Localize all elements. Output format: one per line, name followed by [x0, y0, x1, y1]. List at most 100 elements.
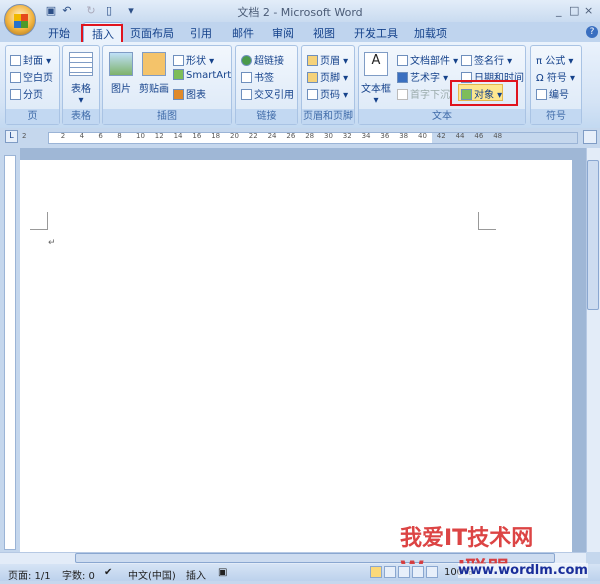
outline-icon[interactable]	[412, 566, 424, 578]
ruler-number: 10	[136, 132, 145, 140]
symbol-button[interactable]: Ω 符号 ▾	[536, 69, 575, 84]
tab-view[interactable]: 视图	[313, 25, 335, 41]
tab-page-layout[interactable]: 页面布局	[130, 25, 174, 41]
view-ruler-icon[interactable]	[583, 130, 597, 144]
close-button[interactable]: ×	[584, 4, 593, 17]
cover-icon	[10, 55, 21, 66]
ruler-number: 16	[192, 132, 202, 140]
equation-button[interactable]: π 公式 ▾	[536, 52, 573, 67]
tab-home[interactable]: 开始	[48, 25, 70, 41]
chart-button[interactable]: 图表	[173, 86, 206, 101]
clipart-icon	[142, 52, 166, 76]
drop-cap-button[interactable]: 首字下沉	[397, 86, 450, 101]
macro-icon[interactable]: ▣	[218, 567, 227, 578]
wordart-icon	[397, 72, 408, 83]
draft-icon[interactable]	[426, 566, 438, 578]
ruler-number: 2	[22, 132, 27, 140]
drop-cap-icon	[397, 89, 408, 100]
page-number-icon	[307, 89, 318, 100]
group-label: 链接	[236, 109, 297, 124]
scroll-thumb[interactable]	[587, 160, 599, 310]
blank-page-button[interactable]: 空白页	[10, 69, 53, 84]
insert-mode[interactable]: 插入	[186, 567, 206, 582]
header-button[interactable]: 页眉 ▾	[307, 52, 348, 67]
margin-corner	[478, 212, 496, 230]
tab-mailings[interactable]: 邮件	[232, 25, 254, 41]
proofing-icon[interactable]: ✔	[104, 567, 112, 578]
page-number-button[interactable]: 页码 ▾	[307, 86, 348, 101]
footer-icon	[307, 72, 318, 83]
window-title: 文档 2 - Microsoft Word	[237, 6, 363, 19]
ruler-number: 48	[493, 132, 503, 140]
bookmark-icon	[241, 72, 252, 83]
print-layout-icon[interactable]	[370, 566, 382, 578]
picture-button[interactable]: 图片	[109, 52, 133, 95]
shapes-icon	[173, 55, 184, 66]
web-layout-icon[interactable]	[398, 566, 410, 578]
group-page: 封面 ▾ 空白页 分页 页	[5, 45, 60, 125]
ruler-number: 2	[60, 132, 66, 140]
group-symbols: π 公式 ▾ Ω 符号 ▾ 编号 符号	[530, 45, 582, 125]
help-icon[interactable]: ?	[586, 26, 598, 38]
group-label: 页眉和页脚	[302, 109, 354, 124]
ruler-margin	[432, 133, 577, 143]
paragraph-mark: ↵	[48, 238, 56, 248]
hyperlink-button[interactable]: 超链接	[241, 52, 284, 67]
ruler-number: 30	[324, 132, 333, 140]
ruler-number: 24	[267, 132, 277, 140]
ruler-number: 34	[361, 132, 371, 140]
ruler-number: 46	[474, 132, 484, 140]
office-button[interactable]	[4, 4, 36, 36]
group-table: 表格 ▾ 表格	[62, 45, 100, 125]
group-label: 文本	[359, 109, 525, 124]
ruler-number: 20	[230, 132, 239, 140]
omega-icon: Ω	[536, 73, 547, 84]
page-break-button[interactable]: 分页	[10, 86, 43, 101]
full-screen-icon[interactable]	[384, 566, 396, 578]
cover-page-button[interactable]: 封面 ▾	[10, 52, 51, 67]
tab-selector[interactable]: L	[5, 130, 18, 143]
clipart-button[interactable]: 剪贴画	[139, 52, 169, 95]
group-label: 符号	[531, 109, 581, 124]
tab-developer[interactable]: 开发工具	[354, 25, 398, 41]
vertical-ruler	[4, 155, 16, 550]
cross-reference-button[interactable]: 交叉引用	[241, 86, 294, 101]
ruler-number: 28	[305, 132, 315, 140]
table-icon	[69, 52, 93, 76]
hyperlink-icon	[241, 55, 252, 66]
margin-corner	[30, 212, 48, 230]
numbering-button[interactable]: 编号	[536, 86, 569, 101]
word-count[interactable]: 字数: 0	[62, 567, 95, 582]
office-logo-icon	[14, 14, 28, 28]
language[interactable]: 中文(中国)	[128, 567, 176, 582]
textbox-button[interactable]: A 文本框 ▾	[361, 52, 391, 106]
ruler-number: 6	[98, 132, 103, 140]
table-button[interactable]: 表格 ▾	[69, 52, 93, 106]
maximize-button[interactable]: □	[569, 4, 579, 17]
signature-line-button[interactable]: 签名行 ▾	[461, 52, 512, 67]
header-icon	[307, 55, 318, 66]
bookmark-button[interactable]: 书签	[241, 69, 274, 84]
quick-parts-icon	[397, 55, 408, 66]
ruler-number: 38	[399, 132, 409, 140]
group-label: 页	[6, 109, 59, 124]
ruler-number: 32	[342, 132, 352, 140]
tab-review[interactable]: 审阅	[272, 25, 294, 41]
smartart-button[interactable]: SmartArt	[173, 69, 231, 81]
tab-references[interactable]: 引用	[190, 25, 212, 41]
page-count[interactable]: 页面: 1/1	[8, 567, 51, 582]
ruler-number: 8	[117, 132, 122, 140]
quick-parts-button[interactable]: 文档部件 ▾	[397, 52, 458, 67]
chart-icon	[173, 89, 184, 100]
pi-icon: π	[536, 56, 546, 67]
group-links: 超链接 书签 交叉引用 链接	[235, 45, 298, 125]
footer-button[interactable]: 页脚 ▾	[307, 69, 348, 84]
ruler-number: 14	[173, 132, 183, 140]
document-page[interactable]: ↵	[20, 160, 572, 552]
ruler-number: 42	[436, 132, 446, 140]
shapes-button[interactable]: 形状 ▾	[173, 52, 214, 67]
tab-addins[interactable]: 加载项	[414, 25, 447, 41]
wordart-button[interactable]: 艺术字 ▾	[397, 69, 448, 84]
highlight-box	[450, 80, 518, 106]
minimize-button[interactable]: _	[556, 4, 562, 17]
